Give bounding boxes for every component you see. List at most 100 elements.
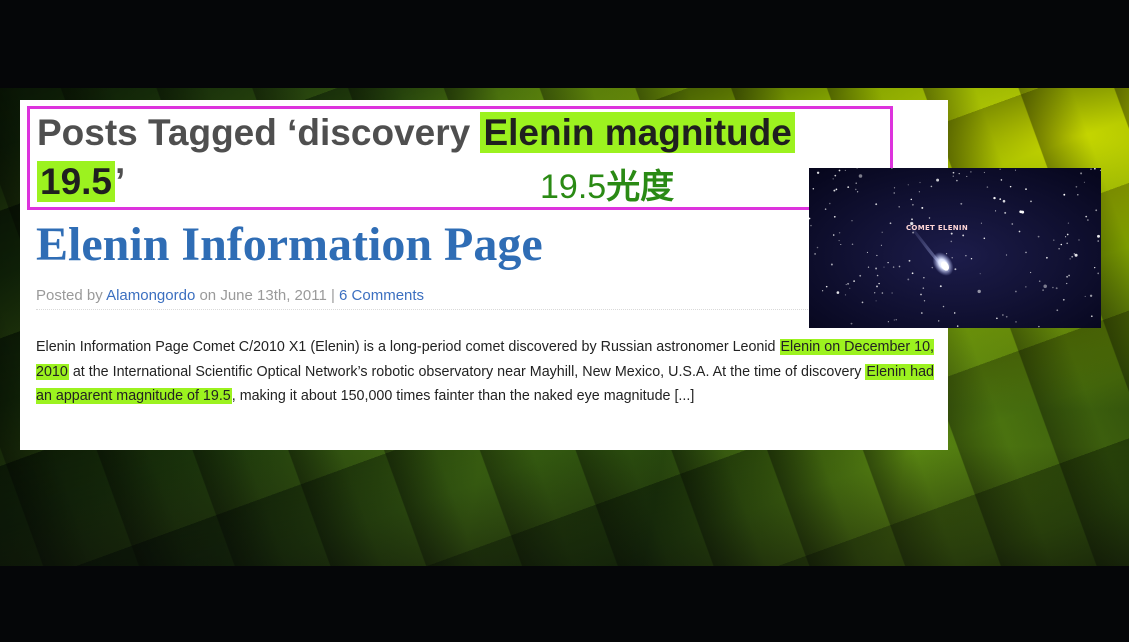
star bbox=[889, 222, 892, 225]
star bbox=[965, 254, 967, 257]
star bbox=[946, 253, 948, 255]
star bbox=[1000, 179, 1003, 181]
star bbox=[956, 179, 958, 182]
star bbox=[1025, 251, 1027, 254]
star bbox=[838, 232, 841, 234]
star bbox=[847, 186, 850, 188]
comet-label: COMET ELENIN bbox=[906, 224, 968, 232]
star bbox=[812, 188, 815, 190]
star bbox=[919, 181, 921, 184]
star bbox=[887, 321, 889, 323]
star bbox=[883, 266, 885, 268]
star bbox=[977, 289, 981, 294]
star bbox=[922, 287, 925, 289]
star bbox=[893, 187, 896, 189]
star bbox=[866, 251, 868, 253]
star bbox=[995, 210, 997, 212]
star bbox=[1015, 290, 1017, 293]
star bbox=[1073, 253, 1075, 255]
star bbox=[830, 263, 833, 266]
star bbox=[1094, 168, 1096, 170]
comments-link[interactable]: 6 Comments bbox=[339, 287, 424, 304]
meta-date: on June 13th, 2011 | bbox=[195, 287, 340, 304]
star bbox=[833, 189, 836, 192]
star bbox=[1002, 314, 1004, 316]
star bbox=[851, 220, 853, 222]
star bbox=[966, 175, 968, 177]
star bbox=[962, 234, 965, 237]
annotation-number: 19.5 bbox=[540, 168, 607, 206]
star bbox=[1077, 194, 1079, 196]
star bbox=[875, 203, 878, 206]
star bbox=[951, 257, 953, 259]
excerpt-part-1: Elenin Information Page Comet C/2010 X1 … bbox=[36, 339, 780, 355]
star bbox=[875, 267, 878, 270]
star bbox=[845, 284, 847, 286]
post-excerpt: Elenin Information Page Comet C/2010 X1 … bbox=[36, 335, 934, 409]
star bbox=[1052, 286, 1054, 289]
star bbox=[1094, 266, 1096, 269]
star bbox=[835, 188, 838, 191]
star bbox=[1080, 172, 1083, 175]
star bbox=[1038, 325, 1040, 328]
star bbox=[936, 178, 940, 182]
star bbox=[983, 237, 986, 240]
star bbox=[1018, 230, 1021, 233]
star bbox=[821, 290, 824, 292]
star bbox=[999, 168, 1001, 170]
star bbox=[911, 218, 913, 221]
star bbox=[876, 274, 879, 277]
star bbox=[1089, 294, 1093, 297]
star bbox=[1068, 274, 1070, 277]
star bbox=[1056, 309, 1059, 312]
star bbox=[970, 171, 972, 173]
star bbox=[1066, 233, 1069, 236]
star bbox=[1084, 295, 1086, 297]
star bbox=[832, 234, 835, 236]
star bbox=[1011, 223, 1014, 225]
star bbox=[895, 319, 897, 321]
star bbox=[918, 191, 921, 193]
star bbox=[1004, 211, 1007, 214]
star bbox=[867, 266, 870, 268]
star bbox=[1005, 315, 1008, 318]
star bbox=[1038, 280, 1041, 282]
star bbox=[950, 232, 953, 235]
star bbox=[923, 277, 925, 279]
star bbox=[836, 291, 840, 294]
author-link[interactable]: Alamongordo bbox=[106, 287, 195, 304]
star bbox=[908, 259, 911, 262]
star bbox=[1019, 210, 1023, 214]
comet-photo: COMET ELENIN bbox=[809, 168, 1101, 328]
heading-highlight-19-5: 19.5 bbox=[37, 161, 116, 202]
star bbox=[1015, 321, 1017, 323]
star bbox=[840, 244, 842, 245]
star bbox=[891, 292, 893, 294]
star bbox=[1083, 181, 1085, 183]
star bbox=[970, 258, 973, 260]
star bbox=[1009, 185, 1012, 188]
post-title[interactable]: Elenin Information Page bbox=[36, 216, 543, 274]
star bbox=[844, 294, 847, 296]
star bbox=[876, 285, 878, 288]
star bbox=[1060, 243, 1063, 246]
star bbox=[1025, 188, 1027, 190]
star bbox=[838, 169, 841, 172]
star bbox=[1071, 255, 1074, 258]
star bbox=[829, 202, 831, 205]
heading-prefix: Posts Tagged ‘discovery bbox=[37, 112, 481, 153]
star bbox=[1030, 200, 1032, 203]
star bbox=[1097, 240, 1099, 242]
star bbox=[930, 185, 933, 188]
star bbox=[849, 287, 851, 289]
star bbox=[1090, 168, 1092, 170]
star bbox=[874, 292, 876, 294]
star bbox=[893, 319, 895, 321]
star bbox=[999, 198, 1002, 200]
post-meta: Posted by Alamongordo on June 13th, 2011… bbox=[36, 285, 424, 307]
star bbox=[859, 274, 862, 277]
star bbox=[942, 305, 945, 308]
star bbox=[861, 301, 864, 304]
slide-stage: Posts Tagged ‘discovery Elenin magnitude… bbox=[0, 0, 1129, 642]
star bbox=[847, 282, 850, 285]
